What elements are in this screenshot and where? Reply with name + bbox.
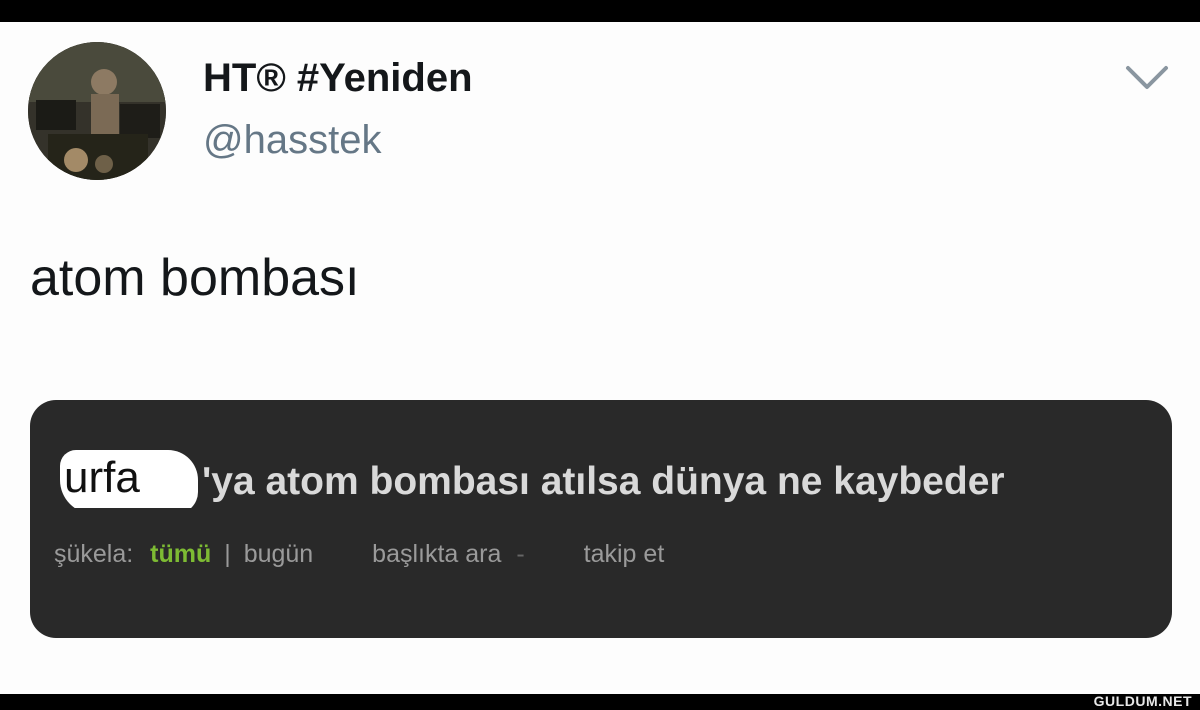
topic-title[interactable]: urfa 'ya atom bombası atılsa dünya ne ka… [60,450,1160,508]
chevron-down-icon[interactable] [1124,62,1170,92]
profile-photo-icon [28,42,166,180]
user-handle[interactable]: @hasstek [203,118,381,163]
redacted-word: urfa [64,453,140,502]
topic-meta-bar: şükela: tümü | bugün başlıkta ara - taki… [54,540,664,569]
filter-all-link[interactable]: tümü [150,540,211,569]
search-dropdown-dash: - [516,540,525,568]
follow-link[interactable]: takip et [584,540,665,569]
search-in-title-link[interactable]: başlıkta ara [372,540,501,569]
avatar[interactable] [28,42,166,180]
redaction-patch: urfa [60,450,198,508]
screenshot-frame: HT® #Yeniden @hasstek atom bombası urfa … [0,0,1200,710]
separator: | [224,540,231,568]
sukela-label: şükela: [54,540,134,568]
tweet-text: atom bombası [30,249,360,307]
display-name[interactable]: HT® #Yeniden [203,56,473,101]
embedded-screenshot: urfa 'ya atom bombası atılsa dünya ne ka… [30,400,1172,638]
watermark-text: GULDUM.NET [1093,693,1192,709]
tweet-card: HT® #Yeniden @hasstek atom bombası urfa … [0,22,1200,694]
filter-today-link[interactable]: bugün [244,540,314,569]
topic-title-text: 'ya atom bombası atılsa dünya ne kaybede… [202,460,1005,503]
